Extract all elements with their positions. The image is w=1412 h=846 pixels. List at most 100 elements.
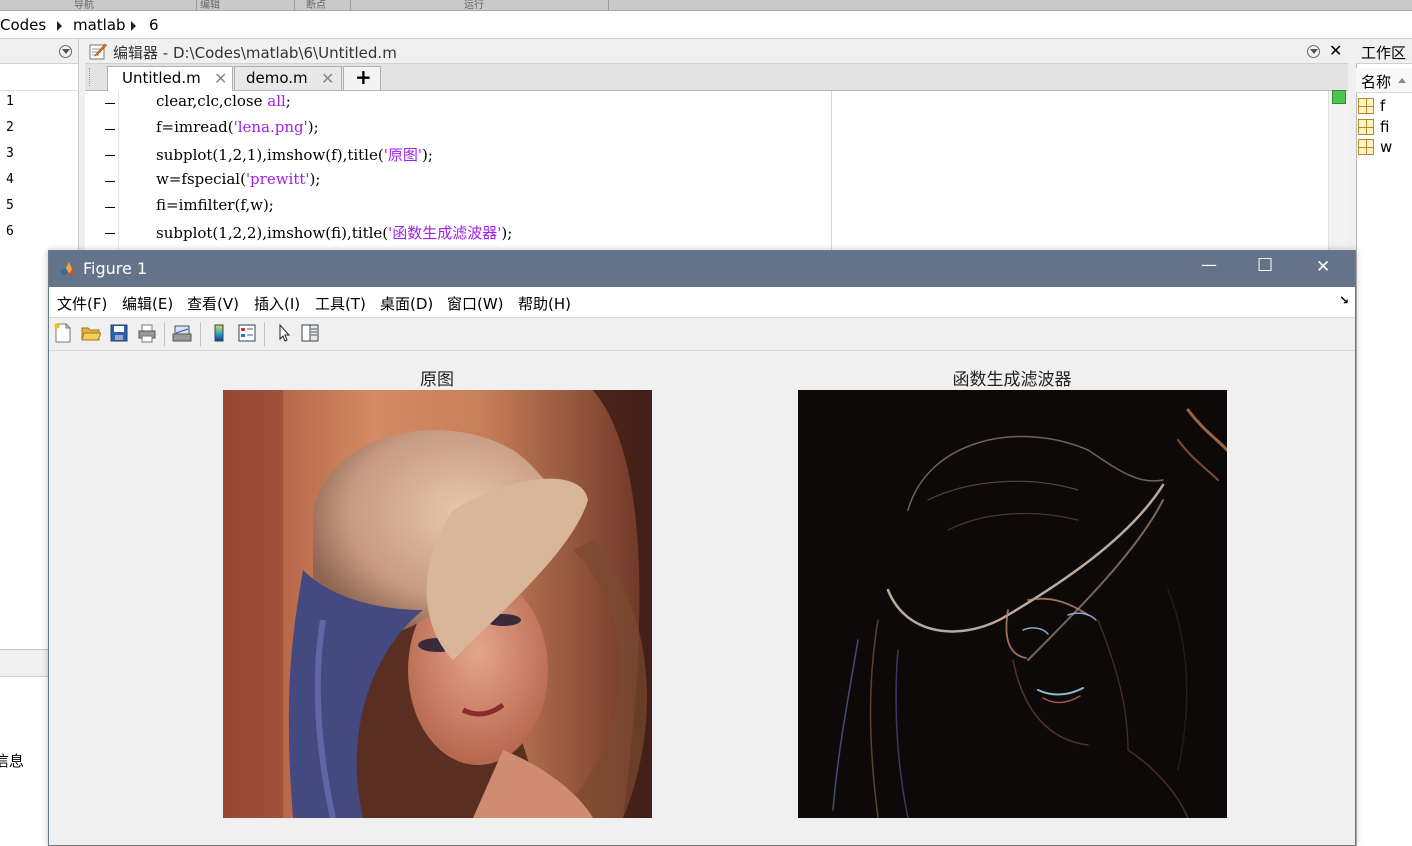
tab-demo[interactable]: demo.m ✕ — [234, 66, 342, 90]
code-string: '函数生成滤波器' — [388, 224, 502, 242]
address-bar[interactable]: Codes matlab 6 — [0, 11, 1412, 39]
code-string: 'lena.png' — [233, 118, 308, 136]
code-text: subplot(1,2,2),imshow(fi),title( — [156, 224, 389, 242]
menu-view[interactable]: 查看(V) — [187, 293, 239, 314]
ribbon-strip: 导航 编辑 断点 运行 — [0, 0, 1412, 11]
matlab-logo-icon — [60, 262, 76, 276]
menu-edit[interactable]: 编辑(E) — [122, 293, 173, 314]
editor-title: 编辑器 - D:\Codes\matlab\6\Untitled.m — [113, 44, 397, 62]
menu-tools[interactable]: 工具(T) — [315, 293, 366, 314]
menu-file[interactable]: 文件(F) — [57, 293, 107, 314]
code-line[interactable]: subplot(1,2,1),imshow(f),title('原图'); — [156, 144, 433, 165]
editor-scrollbar[interactable] — [1328, 91, 1349, 251]
divider — [0, 90, 78, 91]
save-icon[interactable] — [109, 323, 129, 343]
open-folder-icon[interactable] — [81, 323, 101, 343]
name-column-label: 名称 — [1361, 73, 1392, 91]
toolbar-separator — [164, 322, 165, 346]
breakpoint-dash[interactable] — [105, 181, 115, 182]
code-line[interactable]: f=imread('lena.png'); — [156, 118, 319, 136]
line-number: 4 — [6, 172, 14, 187]
matrix-icon — [1358, 139, 1374, 155]
axes1-title: 原图 — [420, 370, 454, 390]
breakpoint-dash[interactable] — [105, 207, 115, 208]
line-number: 6 — [6, 224, 14, 239]
pointer-arrow-icon[interactable] — [274, 323, 294, 343]
filtered-image[interactable] — [798, 390, 1227, 818]
breakpoint-dash[interactable] — [105, 103, 115, 104]
toolbar-separator — [200, 322, 201, 346]
tab-untitled[interactable]: Untitled.m ✕ — [107, 66, 233, 92]
workspace-var-w[interactable]: w — [1358, 138, 1412, 159]
minimize-button[interactable]: — — [1201, 255, 1217, 274]
code-text: ); — [501, 224, 513, 242]
menu-desktop[interactable]: 桌面(D) — [380, 293, 433, 314]
code-text: ; — [285, 92, 291, 110]
new-tab-button[interactable]: + — [343, 65, 381, 90]
breadcrumb-arrow-icon — [131, 21, 136, 31]
breakpoint-dash[interactable] — [105, 233, 115, 234]
ribbon-tab-edit[interactable]: 编辑 — [200, 0, 220, 11]
code-line[interactable]: clear,clc,close all; — [156, 92, 291, 110]
link-plot-icon[interactable] — [172, 323, 192, 343]
plus-icon: + — [355, 65, 372, 89]
maximize-button[interactable]: ☐ — [1257, 255, 1273, 276]
tab-label: demo.m — [246, 69, 308, 87]
breakpoint-dash[interactable] — [105, 155, 115, 156]
tab-close-icon[interactable]: ✕ — [214, 69, 227, 88]
line-number: 3 — [6, 146, 14, 161]
close-button[interactable]: ✕ — [1316, 257, 1330, 277]
ribbon-tab-breakpoints[interactable]: 断点 — [306, 0, 326, 11]
workspace-var-fi[interactable]: fi — [1358, 118, 1412, 139]
line-number: 1 — [6, 94, 14, 109]
code-string: 'prewitt' — [245, 170, 310, 188]
tab-close-icon[interactable]: ✕ — [321, 69, 334, 88]
toolbar-separator — [264, 322, 265, 346]
breadcrumb-arrow-icon — [57, 21, 62, 31]
ribbon-separator — [196, 0, 197, 10]
ribbon-separator — [608, 0, 609, 10]
axes2-title: 函数生成滤波器 — [952, 370, 1072, 390]
new-file-icon[interactable] — [53, 323, 73, 343]
figure-title: Figure 1 — [83, 259, 148, 278]
breadcrumb-matlab[interactable]: matlab — [73, 16, 126, 34]
editor-pencil-icon — [89, 43, 107, 60]
code-text: ); — [309, 170, 321, 188]
breadcrumb-codes[interactable]: Codes — [0, 16, 46, 34]
colorbar-icon[interactable] — [209, 323, 229, 343]
menu-help[interactable]: 帮助(H) — [518, 293, 571, 314]
breakpoint-dash[interactable] — [105, 129, 115, 130]
code-line[interactable]: subplot(1,2,2),imshow(fi),title('函数生成滤波器… — [156, 222, 512, 243]
gutter-divider — [118, 91, 119, 251]
original-image[interactable] — [223, 390, 652, 818]
workspace-header: 工作区 — [1356, 39, 1412, 64]
menu-window[interactable]: 窗口(W) — [447, 293, 504, 314]
code-string: '原图' — [383, 146, 422, 164]
code-line[interactable]: fi=imfilter(f,w); — [156, 196, 274, 214]
editor-tabbar: Untitled.m ✕ demo.m ✕ + — [85, 64, 1348, 92]
ribbon-tab-navigate[interactable]: 导航 — [74, 0, 94, 11]
menu-dock-arrow-icon[interactable]: ↘ — [1339, 293, 1349, 307]
breadcrumb-6[interactable]: 6 — [149, 16, 159, 34]
code-line[interactable]: w=fspecial('prewitt'); — [156, 170, 320, 188]
workspace-column-header[interactable]: 名称 — [1356, 68, 1412, 93]
property-editor-icon[interactable] — [300, 323, 320, 343]
ribbon-tab-run[interactable]: 运行 — [464, 0, 484, 11]
code-text: clear,clc,close — [156, 92, 268, 110]
figure-titlebar[interactable]: Figure 1 — ☐ ✕ — [49, 251, 1355, 287]
editor-options-icon[interactable] — [1307, 45, 1320, 58]
var-name: fi — [1380, 118, 1390, 136]
details-label: 信息 — [0, 752, 25, 770]
workspace-panel — [1356, 39, 1412, 846]
tab-grip — [89, 68, 93, 86]
print-icon[interactable] — [137, 323, 157, 343]
legend-icon[interactable] — [237, 323, 257, 343]
ribbon-separator — [350, 0, 351, 10]
editor-close-icon[interactable]: ✕ — [1329, 41, 1342, 60]
code-analyzer-indicator[interactable] — [1332, 90, 1346, 104]
editor-titlebar: 编辑器 - D:\Codes\matlab\6\Untitled.m ✕ — [85, 39, 1348, 64]
workspace-var-f[interactable]: f — [1358, 97, 1412, 118]
line-number: 2 — [6, 120, 14, 135]
panel-options-icon[interactable] — [59, 45, 72, 58]
menu-insert[interactable]: 插入(I) — [254, 293, 300, 314]
